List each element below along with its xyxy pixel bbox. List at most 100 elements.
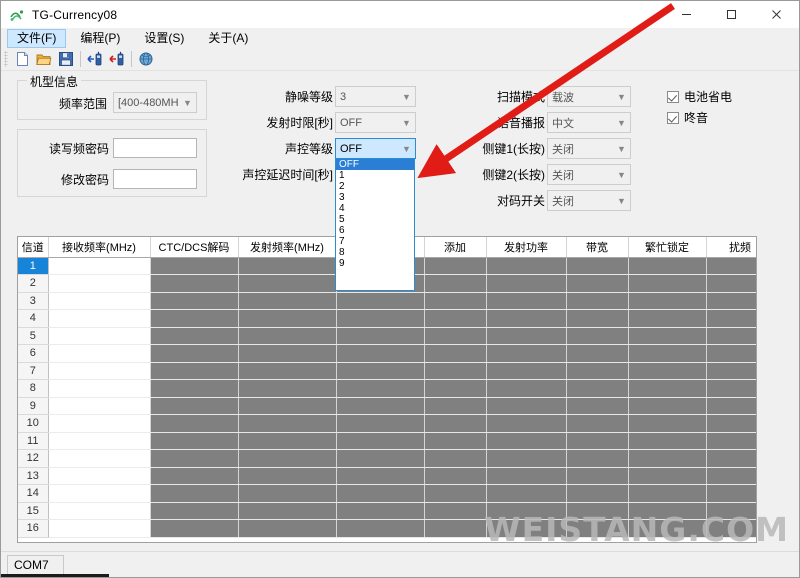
row-header-channel[interactable]: 11 [18, 432, 49, 450]
cell-col-ctcdcs-encode[interactable] [336, 414, 425, 433]
cell-col-busy-lock[interactable] [628, 327, 707, 345]
cell-col-tx-freq[interactable] [238, 467, 337, 485]
cell-col-tx-freq[interactable] [238, 344, 337, 363]
cell-col-tx-power[interactable] [486, 309, 567, 328]
cell-col-tx-freq[interactable] [238, 414, 337, 433]
dropdown-option[interactable]: 7 [336, 236, 414, 247]
cell-col-ctcdcs-decode[interactable] [150, 414, 239, 433]
cell-col-rx-freq[interactable] [48, 309, 151, 328]
cell-col-bandwidth[interactable] [566, 449, 629, 468]
cell-col-scramble[interactable] [706, 484, 756, 503]
modify-password-input[interactable] [113, 169, 197, 189]
cell-col-tx-power[interactable] [486, 467, 567, 485]
cell-col-busy-lock[interactable] [628, 362, 707, 380]
cell-col-busy-lock[interactable] [628, 309, 707, 328]
cell-col-busy-lock[interactable] [628, 274, 707, 293]
cell-col-rx-freq[interactable] [48, 362, 151, 380]
cell-col-busy-lock[interactable] [628, 484, 707, 503]
cell-col-scramble[interactable] [706, 327, 756, 345]
cell-col-rx-freq[interactable] [48, 432, 151, 450]
cell-col-tx-power[interactable] [486, 397, 567, 415]
cell-col-scramble[interactable] [706, 502, 756, 520]
table-row[interactable]: 14 [18, 484, 756, 503]
cell-col-add[interactable] [424, 432, 487, 450]
table-row[interactable]: 12 [18, 449, 756, 468]
table-row[interactable]: 8 [18, 379, 756, 398]
menu-about[interactable]: 关于(A) [198, 29, 258, 48]
squelch-level-combo[interactable]: 3 ▼ [335, 86, 416, 107]
cell-col-tx-power[interactable] [486, 274, 567, 293]
cell-col-add[interactable] [424, 327, 487, 345]
dropdown-option[interactable]: 5 [336, 214, 414, 225]
row-header-channel[interactable]: 12 [18, 449, 49, 468]
tx-time-limit-combo[interactable]: OFF ▼ [335, 112, 416, 133]
cell-col-ctcdcs-encode[interactable] [336, 502, 425, 520]
table-row[interactable]: 5 [18, 327, 756, 345]
cell-col-tx-power[interactable] [486, 379, 567, 398]
side-key-1-combo[interactable]: 关闭 ▼ [547, 138, 631, 159]
cell-col-add[interactable] [424, 449, 487, 468]
col-add[interactable]: 添加 [424, 237, 487, 258]
cell-col-tx-freq[interactable] [238, 379, 337, 398]
cell-col-bandwidth[interactable] [566, 327, 629, 345]
cell-col-rx-freq[interactable] [48, 379, 151, 398]
cell-col-bandwidth[interactable] [566, 362, 629, 380]
cell-col-tx-power[interactable] [486, 292, 567, 310]
cell-col-bandwidth[interactable] [566, 502, 629, 520]
col-rx-freq[interactable]: 接收频率(MHz) [48, 237, 151, 258]
cell-col-ctcdcs-encode[interactable] [336, 327, 425, 345]
cell-col-rx-freq[interactable] [48, 292, 151, 310]
menu-program[interactable]: 编程(P) [70, 29, 130, 48]
cell-col-rx-freq[interactable] [48, 274, 151, 293]
cell-col-tx-power[interactable] [486, 327, 567, 345]
table-row[interactable]: 11 [18, 432, 756, 450]
cell-col-add[interactable] [424, 397, 487, 415]
cell-col-ctcdcs-decode[interactable] [150, 257, 239, 275]
cell-col-tx-power[interactable] [486, 362, 567, 380]
cell-col-tx-freq[interactable] [238, 257, 337, 275]
cell-col-tx-freq[interactable] [238, 449, 337, 468]
cell-col-ctcdcs-decode[interactable] [150, 397, 239, 415]
new-file-icon[interactable] [11, 49, 33, 70]
beep-checkbox[interactable]: 咚音 [667, 109, 708, 126]
cell-col-busy-lock[interactable] [628, 519, 707, 538]
cell-col-add[interactable] [424, 502, 487, 520]
cell-col-add[interactable] [424, 257, 487, 275]
cell-col-bandwidth[interactable] [566, 432, 629, 450]
cell-col-ctcdcs-decode[interactable] [150, 484, 239, 503]
vox-level-combo[interactable]: OFF ▼ [335, 138, 416, 159]
table-row[interactable]: 16 [18, 519, 756, 538]
cell-col-busy-lock[interactable] [628, 344, 707, 363]
side-key-2-combo[interactable]: 关闭 ▼ [547, 164, 631, 185]
cell-col-ctcdcs-decode[interactable] [150, 309, 239, 328]
cell-col-tx-power[interactable] [486, 519, 567, 538]
row-header-channel[interactable]: 7 [18, 362, 49, 380]
cell-col-ctcdcs-decode[interactable] [150, 379, 239, 398]
row-header-channel[interactable]: 3 [18, 292, 49, 310]
cell-col-bandwidth[interactable] [566, 519, 629, 538]
dropdown-option[interactable]: 2 [336, 181, 414, 192]
table-row[interactable]: 10 [18, 414, 756, 433]
cell-col-tx-freq[interactable] [238, 484, 337, 503]
cell-col-tx-freq[interactable] [238, 502, 337, 520]
col-scramble[interactable]: 扰频 [706, 237, 756, 258]
col-tx-freq[interactable]: 发射频率(MHz) [238, 237, 337, 258]
dropdown-option[interactable]: 3 [336, 192, 414, 203]
cell-col-bandwidth[interactable] [566, 344, 629, 363]
cell-col-ctcdcs-encode[interactable] [336, 292, 425, 310]
cell-col-tx-power[interactable] [486, 432, 567, 450]
close-button[interactable] [754, 1, 799, 28]
cell-col-scramble[interactable] [706, 257, 756, 275]
row-header-channel[interactable]: 4 [18, 309, 49, 328]
code-match-combo[interactable]: 关闭 ▼ [547, 190, 631, 211]
table-row[interactable]: 6 [18, 344, 756, 363]
cell-col-add[interactable] [424, 379, 487, 398]
vox-level-dropdown-list[interactable]: OFF 1 2 3 4 5 6 7 8 9 [335, 158, 415, 291]
row-header-channel[interactable]: 9 [18, 397, 49, 415]
cell-col-busy-lock[interactable] [628, 292, 707, 310]
cell-col-bandwidth[interactable] [566, 274, 629, 293]
cell-col-bandwidth[interactable] [566, 309, 629, 328]
table-scrollbar[interactable] [758, 236, 773, 543]
cell-col-tx-freq[interactable] [238, 274, 337, 293]
cell-col-scramble[interactable] [706, 449, 756, 468]
